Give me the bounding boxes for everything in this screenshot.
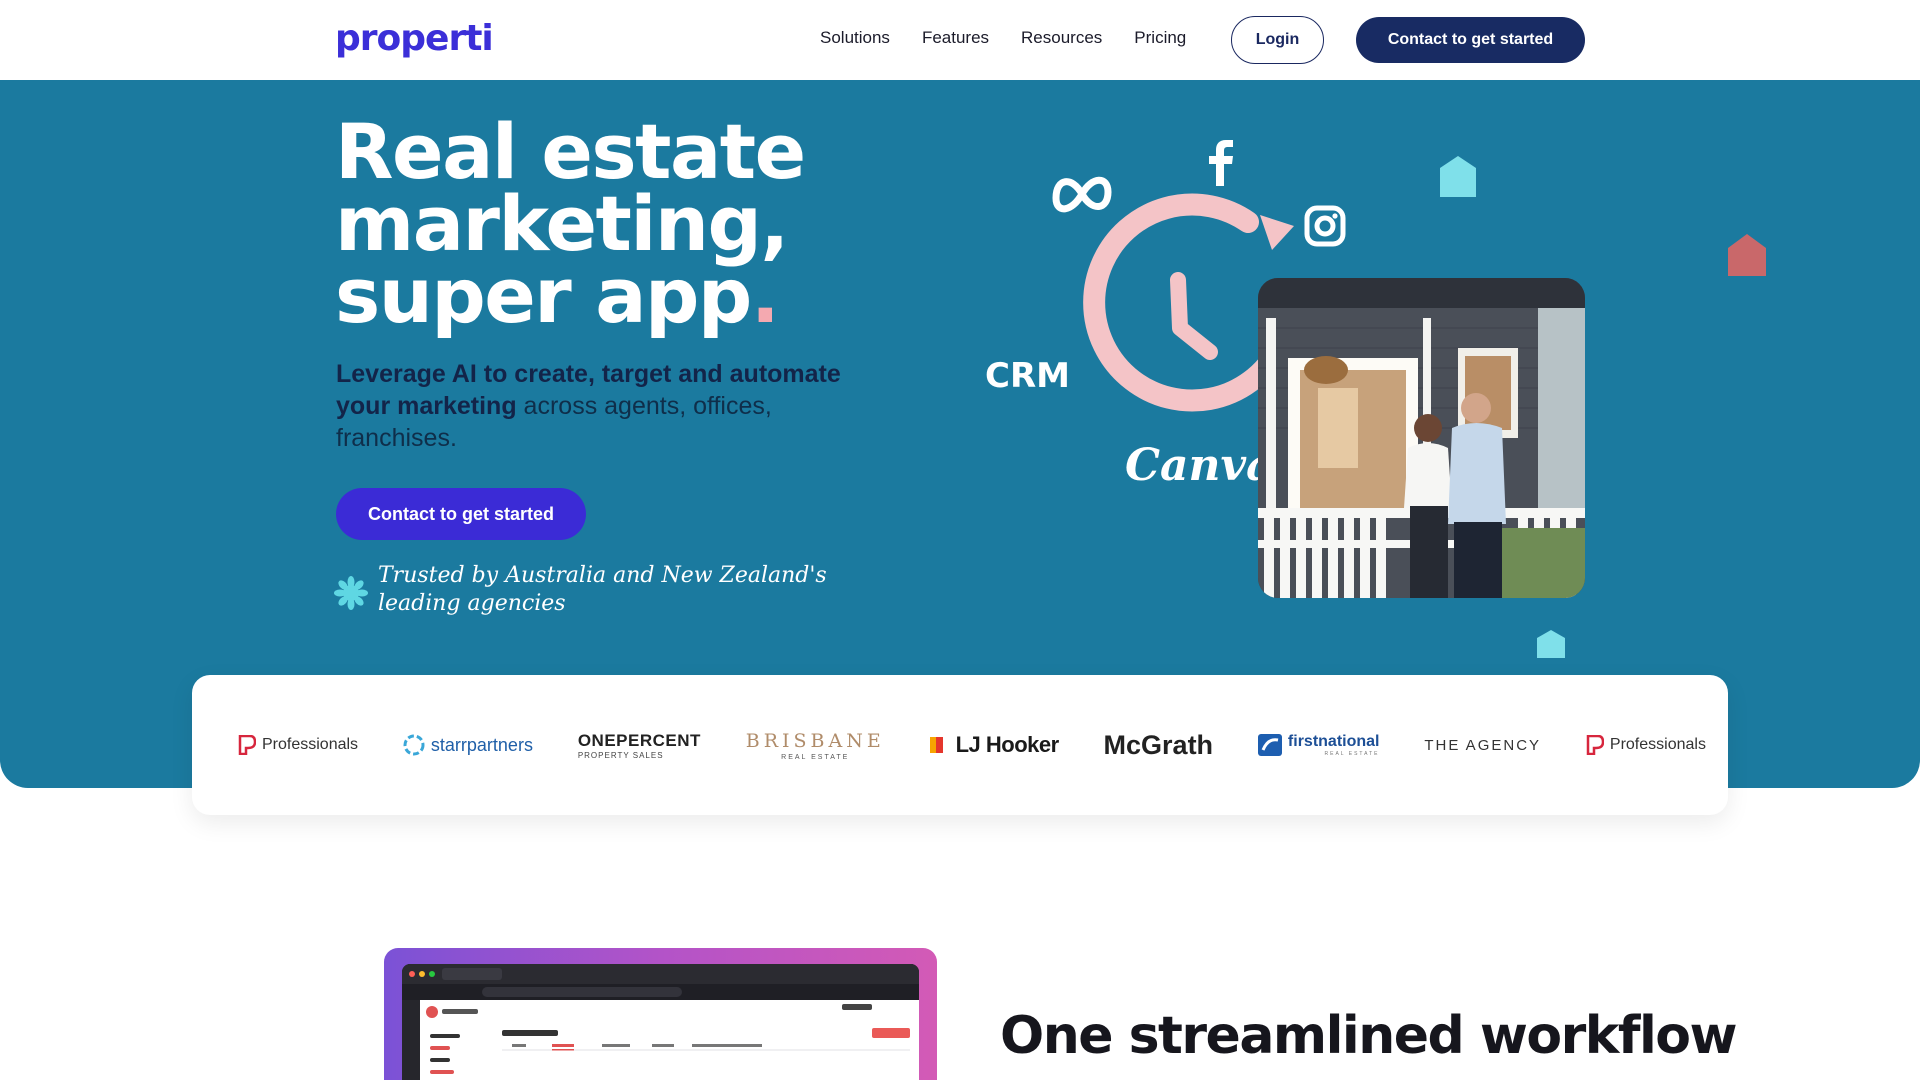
brand-mcgrath: McGrath (1104, 730, 1214, 761)
brand-onepercent: ONEPERCENT PROPERTY SALES (578, 731, 701, 760)
brand-the-agency: THE AGENCY (1424, 737, 1541, 754)
nav-links: Solutions Features Resources Pricing (820, 28, 1186, 48)
brand-professionals: Professionals (238, 735, 358, 755)
hero-title-line3-text: super app (335, 251, 752, 340)
properti-logo[interactable]: properti (335, 18, 494, 59)
brand-professionals-text: Professionals (262, 736, 359, 753)
hero-subtitle: Leverage AI to create, target and automa… (336, 358, 856, 454)
hero-title-line2: marketing, (335, 179, 789, 268)
section-title: One streamlined workflow (1000, 1006, 1738, 1066)
brand-brisbane-subtext: REAL ESTATE (781, 753, 850, 761)
trusted-tagline: Trusted by Australia and New Zealand's l… (378, 563, 827, 616)
top-nav: properti Solutions Features Resources Pr… (0, 0, 1920, 80)
brand-onepercent-text: ONEPERCENT (577, 730, 701, 750)
brand-professionals-2-text: Professionals (1609, 736, 1706, 753)
hero-title-line3: super app. (335, 258, 935, 334)
nav-link-features[interactable]: Features (922, 28, 989, 48)
nav-link-resources[interactable]: Resources (1021, 28, 1102, 48)
hero-contact-button[interactable]: Contact to get started (336, 488, 586, 540)
brand-starrpartners-text: starrpartners (430, 734, 533, 755)
brand-brisbane: BRISBANE REAL ESTATE (746, 730, 885, 761)
app-screenshot (402, 964, 919, 1080)
house-shape-cyan-2 (1537, 630, 1565, 658)
posts-calendar-preview (402, 964, 919, 1080)
hero-title-dot: . (750, 251, 780, 340)
brand-ljhooker-text: LJ Hooker (955, 732, 1060, 757)
brand-the-agency-text: THE AGENCY (1424, 736, 1542, 754)
brand-professionals-2: Professionals (1586, 735, 1706, 755)
brand-mcgrath-text: McGrath (1103, 729, 1214, 760)
trusted-brands-bar: Professionals starrpartners ONEPERCENT P… (192, 675, 1728, 815)
brand-firstnational-subtext: REAL ESTATE (1324, 751, 1380, 757)
brand-firstnational: firstnational REAL ESTATE (1257, 733, 1380, 757)
firstnational-logo-icon (1257, 734, 1282, 756)
hero-title: Real estate marketing, super app. (335, 107, 935, 334)
ljhooker-logo-icon (929, 737, 943, 753)
house-shape-cyan-1 (1440, 156, 1476, 197)
login-button[interactable]: Login (1231, 16, 1324, 64)
nav-link-pricing[interactable]: Pricing (1134, 28, 1186, 48)
nav-contact-button[interactable]: Contact to get started (1356, 17, 1585, 63)
brand-firstnational-text: firstnational (1287, 733, 1380, 750)
starburst-icon (334, 576, 368, 610)
brand-onepercent-subtext: PROPERTY SALES (577, 750, 664, 760)
professionals-logo-icon-2 (1586, 735, 1604, 755)
hero-photo (1258, 278, 1585, 598)
couple-house-image (1258, 278, 1585, 598)
meta-icon (1052, 176, 1112, 213)
house-shape-red-3 (1728, 234, 1766, 276)
hero-title-line1: Real estate (335, 107, 806, 196)
professionals-logo-icon (238, 735, 256, 755)
brand-starrpartners: starrpartners (403, 734, 533, 756)
starrpartners-logo-icon (403, 734, 425, 756)
crm-label: CRM (985, 356, 1070, 396)
app-screenshot-frame (384, 948, 937, 1080)
instagram-icon (1304, 205, 1346, 247)
canva-label: Canva (1125, 440, 1275, 491)
brand-ljhooker: LJ Hooker (929, 732, 1060, 758)
facebook-icon (1209, 140, 1233, 186)
brand-brisbane-text: BRISBANE (745, 729, 885, 752)
nav-link-solutions[interactable]: Solutions (820, 28, 890, 48)
